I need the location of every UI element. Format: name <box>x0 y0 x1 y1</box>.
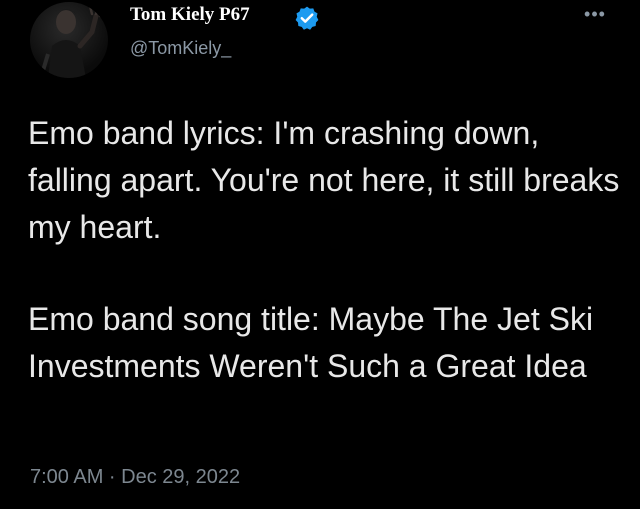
avatar-photo-icon <box>40 4 106 78</box>
tweet-timestamp[interactable]: 7:00 AM · Dec 29, 2022 <box>30 466 240 489</box>
author-avatar[interactable] <box>30 2 108 78</box>
author-display-name[interactable]: Tom Kiely P67 <box>130 4 250 26</box>
author-handle[interactable]: @TomKiely_ <box>130 38 231 59</box>
more-options-icon[interactable]: ••• <box>580 2 610 26</box>
tweet-text-paragraph-1: Emo band lyrics: I'm crashing down, fall… <box>28 115 620 245</box>
verified-badge-icon <box>295 6 319 30</box>
tweet-text-paragraph-2: Emo band song title: Maybe The Jet Ski I… <box>28 301 594 384</box>
tweet-card: Tom Kiely P67 @TomKiely_ ••• Emo band ly… <box>0 0 640 509</box>
